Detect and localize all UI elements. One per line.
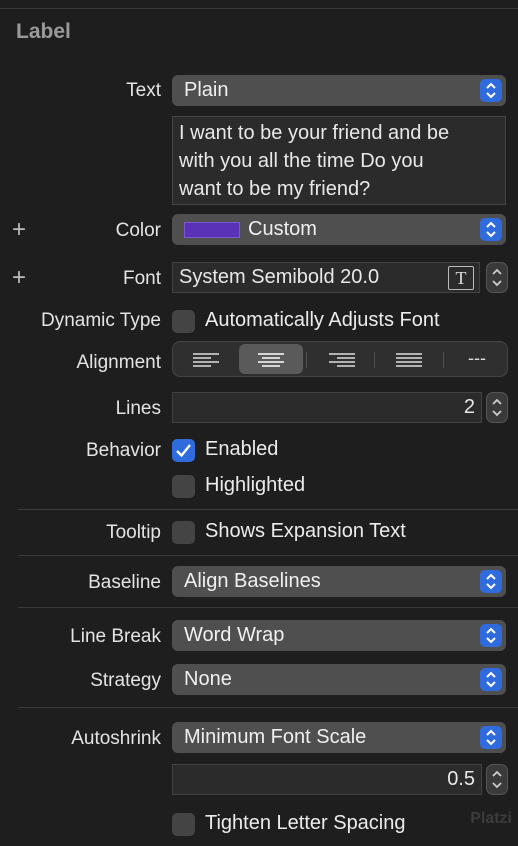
align-natural-button[interactable]: --- — [445, 344, 509, 374]
font-scale-field[interactable]: 0.5 — [172, 764, 482, 795]
chevron-updown-icon — [480, 570, 502, 593]
enabled-checkbox-label: Enabled — [205, 438, 279, 460]
checkmark-icon — [176, 444, 191, 458]
font-label: Font — [122, 268, 161, 289]
dynamic-type-label: Dynamic Type — [40, 310, 161, 331]
lines-field[interactable]: 2 — [172, 392, 482, 423]
alignment-segmented-control: --- — [172, 341, 508, 377]
plus-icon[interactable]: + — [12, 266, 26, 290]
plus-icon[interactable]: + — [12, 218, 26, 242]
color-swatch — [184, 222, 240, 238]
alignment-label: Alignment — [76, 352, 162, 373]
autoshrink-value: Minimum Font Scale — [184, 726, 367, 748]
align-center-button[interactable] — [239, 344, 303, 374]
tooltip-checkbox[interactable] — [172, 521, 195, 544]
segment-divider — [443, 352, 444, 368]
align-justified-button[interactable] — [377, 344, 441, 374]
strategy-value: None — [184, 668, 232, 690]
lines-stepper[interactable] — [486, 392, 508, 423]
text-label: Text — [126, 80, 161, 101]
chevron-updown-icon — [480, 624, 502, 647]
lines-label: Lines — [115, 398, 161, 419]
baseline-value: Align Baselines — [184, 570, 321, 592]
tighten-checkbox[interactable] — [172, 813, 195, 836]
chevron-updown-icon — [480, 218, 502, 241]
align-center-icon — [258, 353, 284, 367]
color-popup[interactable]: Custom — [172, 214, 506, 245]
segment-divider — [374, 352, 375, 368]
baseline-label: Baseline — [88, 572, 161, 593]
behavior-label: Behavior — [86, 440, 161, 461]
line-break-label: Line Break — [70, 626, 161, 647]
chevron-updown-icon — [480, 668, 502, 691]
enabled-checkbox[interactable] — [172, 439, 195, 462]
dynamic-type-checkbox[interactable] — [172, 310, 195, 333]
highlighted-checkbox[interactable] — [172, 475, 195, 498]
text-style-value: Plain — [184, 79, 229, 101]
autoshrink-popup[interactable]: Minimum Font Scale — [172, 722, 506, 753]
strategy-label: Strategy — [90, 670, 161, 691]
align-left-button[interactable] — [175, 344, 239, 374]
divider — [18, 555, 518, 556]
text-style-popup[interactable]: Plain — [172, 75, 506, 106]
font-field[interactable]: System Semibold 20.0 — [172, 262, 480, 293]
align-justified-icon — [396, 353, 422, 367]
divider — [18, 607, 518, 608]
line-break-value: Word Wrap — [184, 624, 285, 646]
highlighted-checkbox-label: Highlighted — [205, 474, 306, 496]
top-divider — [0, 8, 518, 9]
tooltip-checkbox-label: Shows Expansion Text — [205, 520, 406, 542]
strategy-popup[interactable]: None — [172, 664, 506, 695]
text-content-area[interactable]: I want to be your friend and be with you… — [172, 116, 506, 205]
color-value: Custom — [248, 218, 317, 240]
line-break-popup[interactable]: Word Wrap — [172, 620, 506, 651]
chevron-updown-icon — [480, 726, 502, 749]
dynamic-type-checkbox-label: Automatically Adjusts Font — [205, 309, 440, 331]
watermark-logo: Platzi — [470, 810, 512, 827]
divider — [18, 509, 518, 510]
baseline-popup[interactable]: Align Baselines — [172, 566, 506, 597]
align-right-icon — [329, 353, 355, 367]
tooltip-label: Tooltip — [106, 522, 161, 543]
font-scale-stepper[interactable] — [486, 764, 508, 795]
align-right-button[interactable] — [309, 344, 373, 374]
autoshrink-label: Autoshrink — [71, 728, 161, 749]
section-title: Label — [16, 20, 71, 43]
font-size-stepper[interactable] — [486, 262, 508, 293]
tighten-checkbox-label: Tighten Letter Spacing — [205, 812, 406, 834]
color-label: Color — [115, 220, 161, 241]
font-picker-icon[interactable]: T — [448, 266, 474, 290]
chevron-updown-icon — [480, 79, 502, 102]
segment-divider — [306, 352, 307, 368]
align-left-icon — [193, 353, 219, 367]
divider — [18, 707, 518, 708]
